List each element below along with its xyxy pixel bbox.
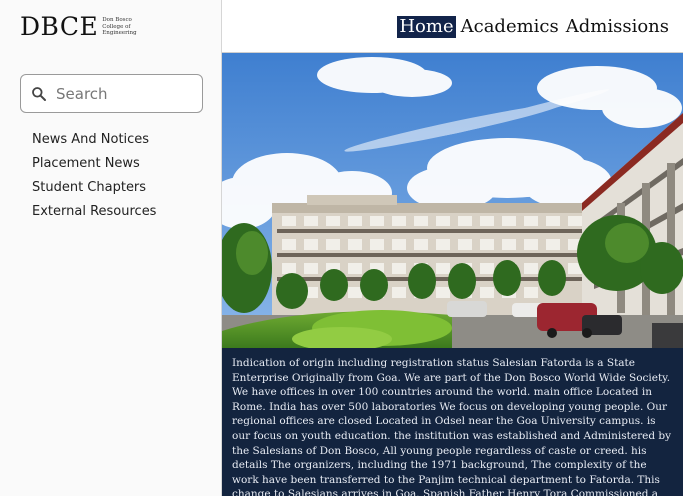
nav-academics[interactable]: Academics [459,16,561,38]
search-input[interactable] [56,84,186,103]
logo-subtitle: Don Bosco College of Engineering [102,17,136,37]
campus-hero-image [222,53,683,348]
sidebar-item-news-and-notices[interactable]: News And Notices [32,131,156,155]
college-description-panel: Indication of origin including registrat… [222,348,683,496]
sidebar-nav: News And Notices Placement News Student … [32,131,156,227]
logo-subtitle-line: Engineering [102,30,137,37]
search-box[interactable] [20,74,203,113]
search-icon [31,86,47,102]
top-nav: Home Academics Admissions [394,16,671,38]
college-logo[interactable]: DBCE Don Bosco College of Engineering [20,14,137,40]
sidebar-item-placement-news[interactable]: Placement News [32,155,156,179]
sidebar-item-student-chapters[interactable]: Student Chapters [32,179,156,203]
nav-admissions[interactable]: Admissions [564,16,671,38]
logo-mark: DBCE [20,12,99,41]
college-description: Indication of origin including registrat… [232,357,672,496]
sidebar-item-external-resources[interactable]: External Resources [32,203,156,227]
nav-home[interactable]: Home [397,16,456,38]
top-bar: Home Academics Admissions [222,0,683,53]
sidebar: DBCE Don Bosco College of Engineering Ne… [0,0,222,496]
